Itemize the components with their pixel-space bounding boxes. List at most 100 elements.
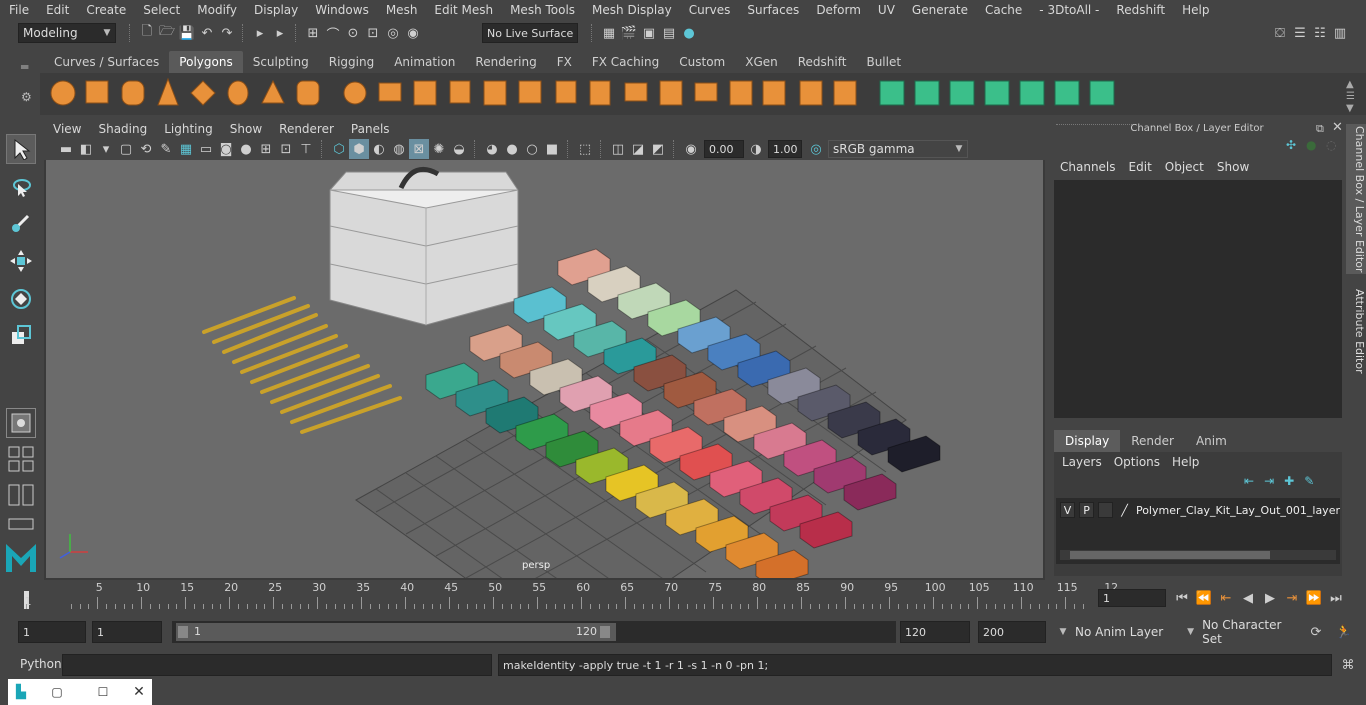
menu-create[interactable]: Create (77, 3, 134, 17)
grease-pencil-icon[interactable]: ✎ (156, 139, 176, 159)
layer-tab-display[interactable]: Display (1054, 430, 1121, 452)
move-layer-up-icon[interactable]: ⇤ (1244, 474, 1254, 488)
menu-modify[interactable]: Modify (188, 3, 245, 17)
layer-tab-render[interactable]: Render (1120, 430, 1185, 452)
maximize-icon[interactable]: ☐ (80, 685, 126, 699)
tab-rigging[interactable]: Rigging (319, 51, 384, 73)
tab-bullet[interactable]: Bullet (856, 51, 911, 73)
scrollbar-thumb[interactable] (1070, 551, 1270, 559)
render-frame-icon[interactable]: 🎬 (619, 23, 639, 43)
layer-color-icon[interactable]: ╱ (1117, 502, 1132, 518)
new-layer-selected-icon[interactable]: ✎ (1304, 474, 1314, 488)
film-gate-icon[interactable]: ▭ (196, 139, 216, 159)
poly-torus-icon[interactable] (227, 80, 249, 106)
menu-help[interactable]: Help (1173, 3, 1217, 17)
render-settings-icon[interactable]: ▦ (599, 23, 619, 43)
layer-row[interactable]: V P ╱ Polymer_Clay_Kit_Lay_Out_001_layer (1056, 500, 1340, 520)
menu-curves[interactable]: Curves (680, 3, 739, 17)
tab-xgen[interactable]: XGen (735, 51, 788, 73)
maya-taskbar-icon[interactable]: ▙ (16, 685, 34, 700)
channel-menu-show[interactable]: Show (1213, 160, 1258, 174)
move-tool[interactable] (6, 246, 36, 276)
smooth-shade-icon[interactable]: ⬢ (349, 139, 369, 159)
viewport-menu-lighting[interactable]: Lighting (155, 122, 221, 136)
textured-icon[interactable]: ◍ (389, 139, 409, 159)
use-lights-icon[interactable]: ✺ (429, 139, 449, 159)
boolean-icon[interactable] (483, 80, 507, 106)
bridge-icon[interactable] (624, 82, 648, 102)
menu-3dtoall[interactable]: - 3DtoAll - (1030, 3, 1107, 17)
mode-dropdown[interactable]: Modeling ▼ (18, 23, 116, 43)
character-set-dropdown[interactable]: ▼ No Character Set (1178, 618, 1300, 646)
exposure-icon[interactable]: ◉ (681, 139, 701, 159)
shelf-menu-icon[interactable]: ═ (21, 60, 28, 74)
menu-edit-mesh[interactable]: Edit Mesh (425, 3, 501, 17)
wireframe-on-shaded-icon[interactable]: ◐ (369, 139, 389, 159)
viewport-menu-panels[interactable]: Panels (342, 122, 398, 136)
move-layer-down-icon[interactable]: ⇥ (1264, 474, 1274, 488)
live-surface-field[interactable]: No Live Surface (482, 23, 578, 43)
command-input[interactable] (62, 654, 492, 676)
color-management-icon[interactable]: ◎ (806, 139, 826, 159)
gamma-icon[interactable]: ◑ (746, 139, 766, 159)
tab-redshift[interactable]: Redshift (788, 51, 857, 73)
select-hierarchy-icon[interactable]: ▸ (250, 23, 270, 43)
current-frame-field[interactable]: 1 (1098, 589, 1166, 607)
wireframe-icon[interactable]: ⬡ (329, 139, 349, 159)
menu-mesh-tools[interactable]: Mesh Tools (501, 3, 583, 17)
poly-pyramid-icon[interactable] (261, 79, 285, 104)
poly-plane-icon[interactable] (190, 80, 216, 106)
axis-toggle-icon[interactable]: ✣ (1286, 138, 1296, 152)
paint-select-tool[interactable] (6, 208, 36, 238)
combine-icon[interactable] (343, 81, 367, 105)
layer-menu-help[interactable]: Help (1172, 455, 1211, 469)
spherical-map-icon[interactable] (984, 80, 1010, 106)
anti-alias-icon[interactable]: ○ (522, 139, 542, 159)
uv-editor-icon[interactable] (879, 80, 905, 106)
script-editor-icon[interactable]: ⌘ (1338, 655, 1358, 675)
separate-icon[interactable] (378, 82, 402, 102)
automatic-map-icon[interactable] (1019, 80, 1045, 106)
snap-view-icon[interactable]: ⊡ (363, 23, 383, 43)
menu-windows[interactable]: Windows (306, 3, 377, 17)
menu-deform[interactable]: Deform (807, 3, 869, 17)
xray-icon[interactable]: ⊠ (409, 139, 429, 159)
tab-channel-box[interactable]: Channel Box / Layer Editor (1346, 124, 1366, 274)
smooth-icon[interactable] (449, 80, 471, 104)
step-back-key-icon[interactable]: ⏪ (1194, 588, 1214, 608)
menu-cache[interactable]: Cache (976, 3, 1030, 17)
play-forward-icon[interactable]: ▶ (1260, 588, 1280, 608)
shadows-icon[interactable]: ◒ (449, 139, 469, 159)
2d-pan-zoom-icon[interactable]: ⟲ (136, 139, 156, 159)
menu-redshift[interactable]: Redshift (1107, 3, 1173, 17)
quad-draw-icon[interactable] (799, 80, 823, 106)
rotate-tool[interactable] (6, 284, 36, 314)
field-chart-icon[interactable]: ⊞ (256, 139, 276, 159)
snap-grid-icon[interactable]: ⊞ (303, 23, 323, 43)
time-slider[interactable]: 1 5 10 15 20 25 30 35 40 45 50 55 60 65 70 75 80 85 90 95 10… (20, 581, 1118, 613)
menu-select[interactable]: Select (134, 3, 188, 17)
ipr-render-icon[interactable]: ▣ (639, 23, 659, 43)
modeling-toolkit-icon[interactable]: ⛋ (1270, 23, 1290, 43)
save-scene-icon[interactable]: 💾 (177, 23, 197, 43)
range-handle-left[interactable] (178, 626, 188, 638)
channel-box-toggle-icon[interactable]: ▥ (1330, 23, 1350, 43)
safe-title-icon[interactable]: ⊤ (296, 139, 316, 159)
poly-cylinder-icon[interactable] (121, 80, 145, 106)
poly-cube-icon[interactable] (85, 80, 109, 104)
poly-pipe-icon[interactable] (296, 80, 320, 106)
manip-toggle-icon[interactable]: ● (1306, 138, 1316, 152)
snap-point-icon[interactable]: ⊙ (343, 23, 363, 43)
layer-tab-anim[interactable]: Anim (1185, 430, 1238, 452)
scene-start-field[interactable]: 1 (18, 621, 86, 643)
scale-tool[interactable] (6, 320, 36, 350)
layer-playback-toggle[interactable]: P (1079, 502, 1095, 518)
menu-mesh[interactable]: Mesh (377, 3, 426, 17)
poly-cone-icon[interactable] (157, 77, 179, 106)
step-forward-frame-icon[interactable]: ⇥ (1282, 588, 1302, 608)
viewport-3d-scene[interactable]: persp (46, 160, 1043, 578)
open-scene-icon[interactable]: 🗁 (157, 23, 177, 43)
layer-scrollbar[interactable] (1060, 550, 1336, 560)
range-slider[interactable]: 1 120 (172, 621, 896, 643)
resolution-gate-icon[interactable]: ◙ (216, 139, 236, 159)
